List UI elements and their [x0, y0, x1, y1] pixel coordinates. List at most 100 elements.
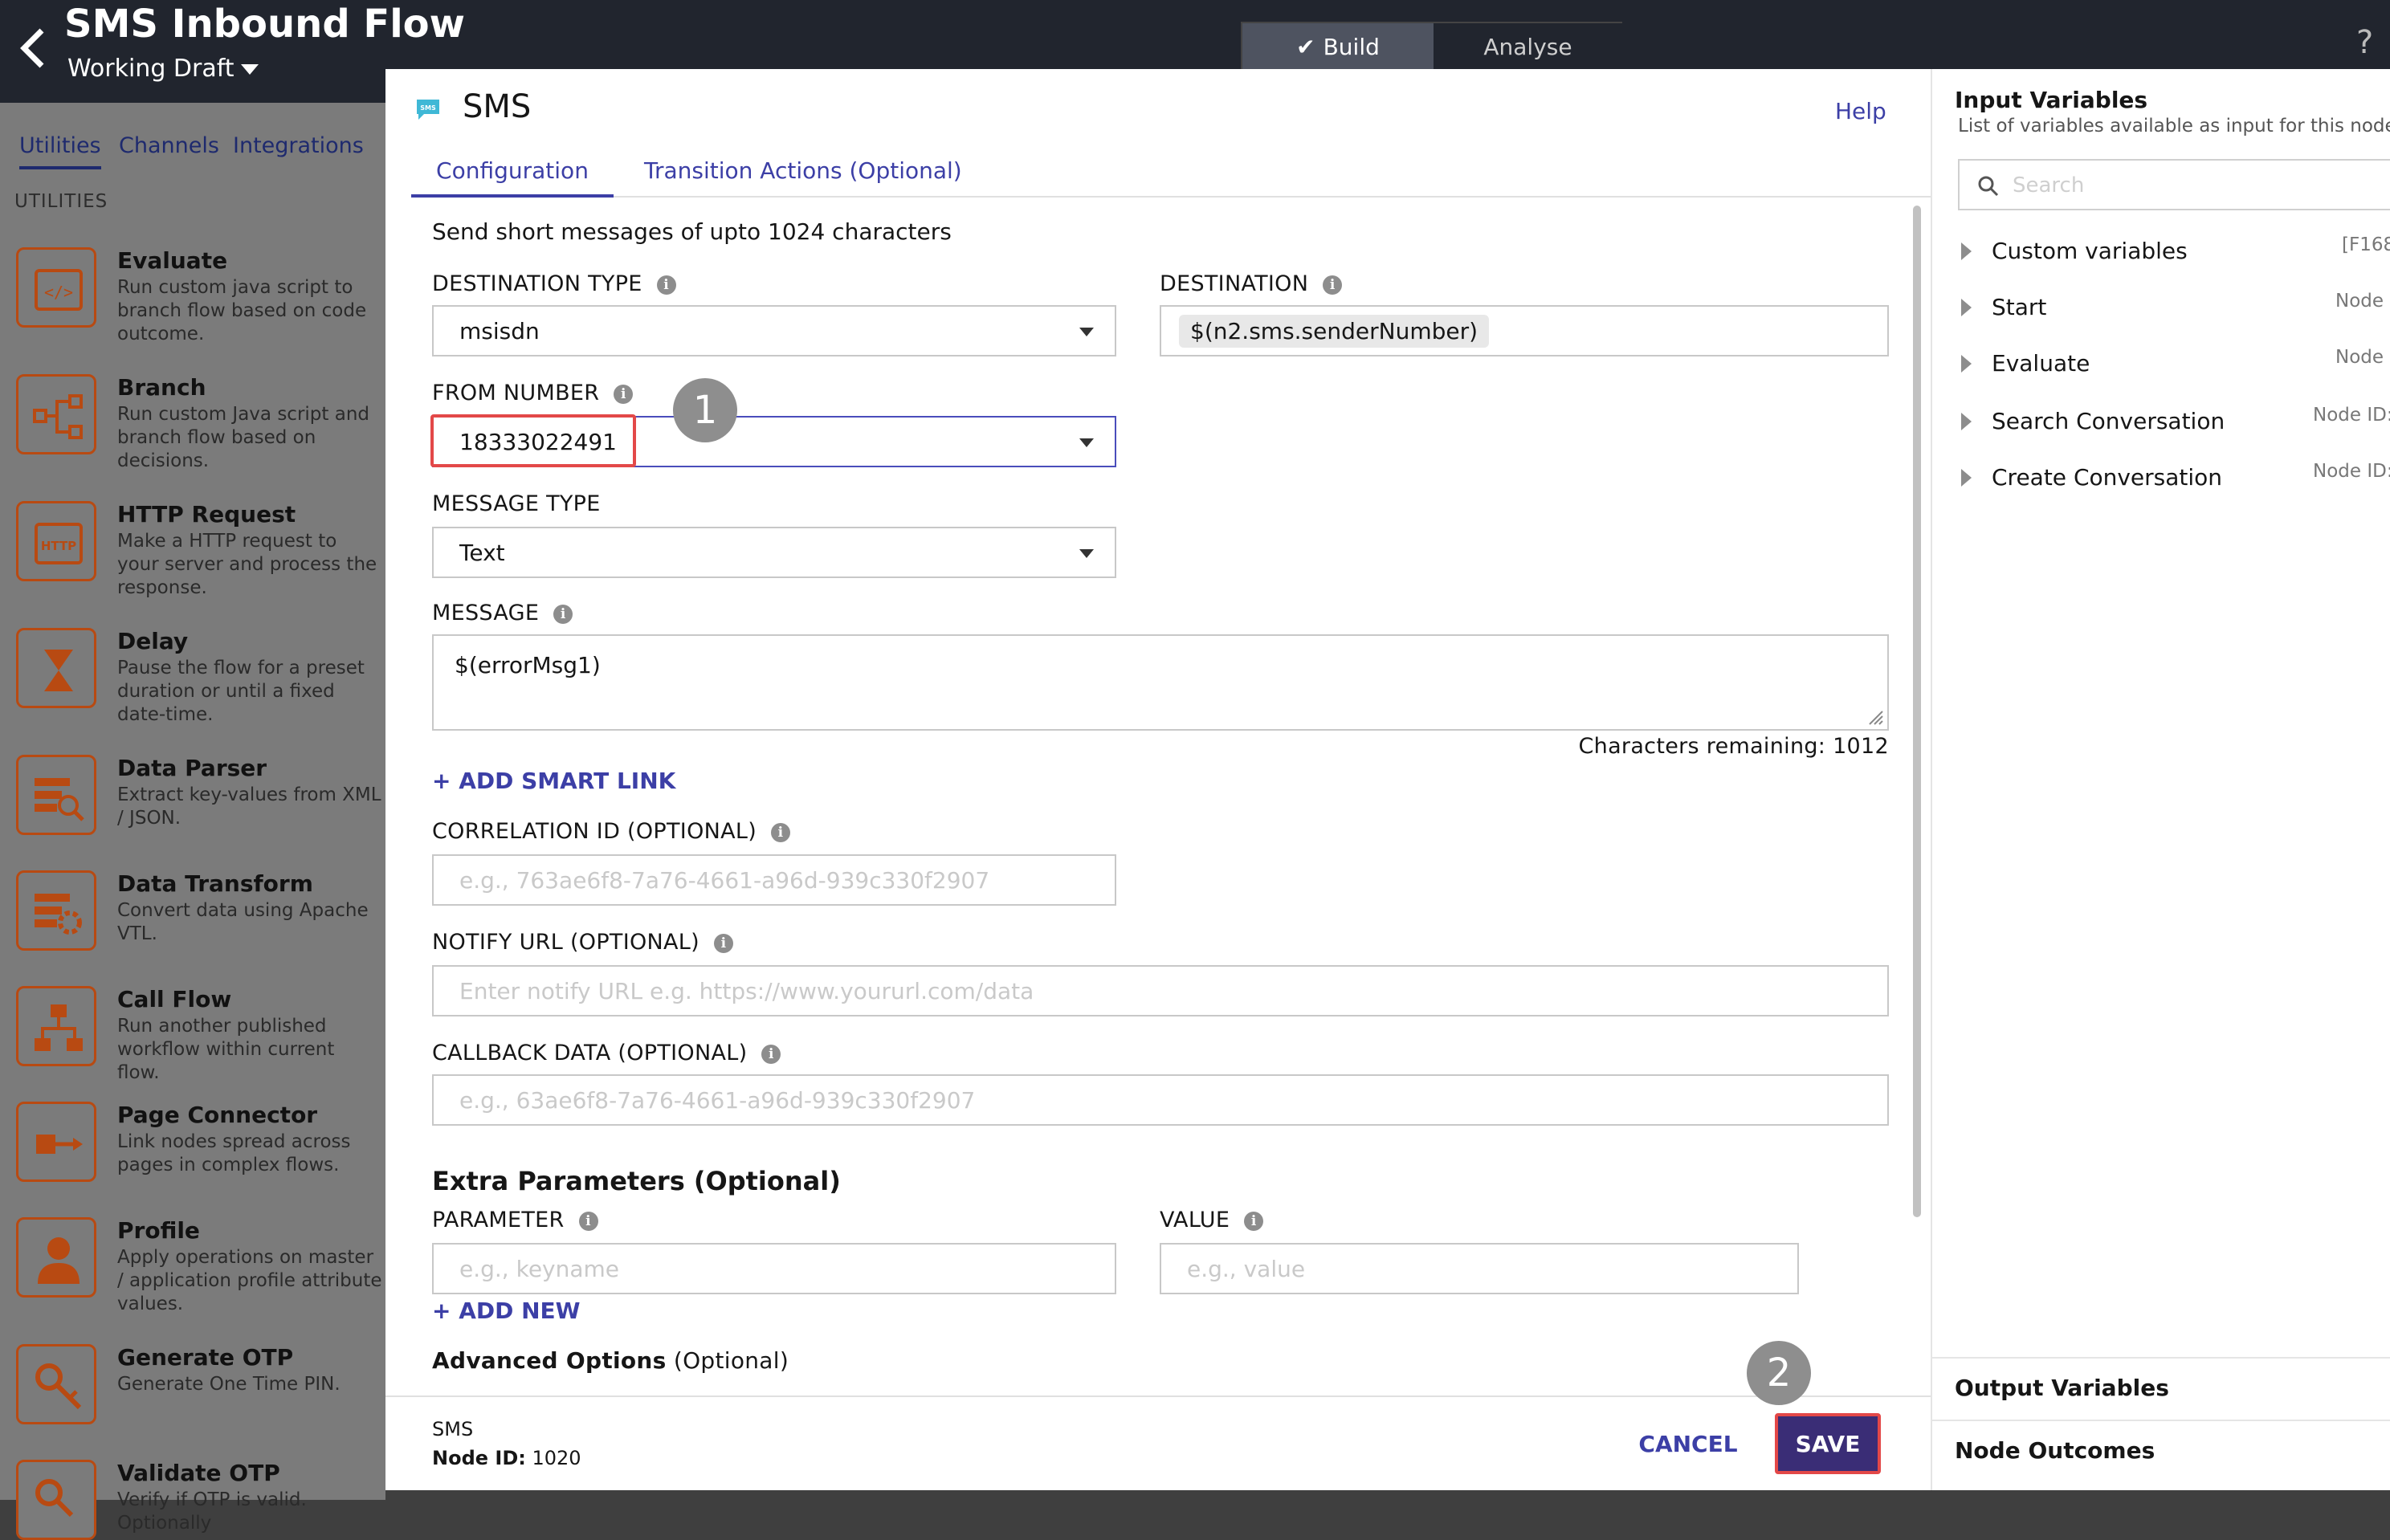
- parameter-input[interactable]: e.g., keyname: [432, 1243, 1116, 1294]
- info-icon[interactable]: i: [771, 822, 791, 842]
- advanced-options-toggle[interactable]: Advanced Options (Optional): [432, 1347, 789, 1374]
- node-outcomes-section[interactable]: Node Outcomes: [1932, 1420, 2390, 1482]
- info-icon[interactable]: i: [1244, 1211, 1264, 1231]
- palette-item-desc: Make a HTTP request to your server and p…: [117, 531, 377, 598]
- variable-group-meta: [F168: [2342, 234, 2390, 255]
- section-label: UTILITIES: [14, 191, 108, 212]
- palette-item-title: Generate OTP: [117, 1344, 294, 1371]
- resize-handle-icon[interactable]: [1866, 708, 1884, 726]
- node-palette: Utilities Channels Integrations UTILITIE…: [0, 103, 385, 1540]
- notify-url-label: NOTIFY URL (OPTIONAL) i: [432, 930, 733, 955]
- callback-data-input[interactable]: e.g., 63ae6f8-7a76-4661-a96d-939c330f290…: [432, 1074, 1889, 1126]
- chevron-down-icon[interactable]: [241, 64, 259, 75]
- configuration-form: [385, 199, 1931, 1395]
- variable-group-start[interactable]: Start Node ID: [1961, 291, 2390, 331]
- destination-label: DESTINATION i: [1160, 271, 1343, 296]
- info-icon[interactable]: i: [761, 1044, 781, 1064]
- variable-group-search-conversation[interactable]: Search Conversation Node ID: 6: [1961, 405, 2390, 445]
- version-dropdown[interactable]: Working Draft: [67, 55, 235, 83]
- add-new-parameter-button[interactable]: + ADD NEW: [432, 1298, 581, 1324]
- step-marker-2: 2: [1747, 1341, 1811, 1405]
- info-icon[interactable]: i: [553, 604, 573, 624]
- callback-data-placeholder: e.g., 63ae6f8-7a76-4661-a96d-939c330f290…: [459, 1086, 976, 1114]
- help-icon[interactable]: ?: [2356, 24, 2373, 61]
- back-chevron-icon[interactable]: [14, 24, 53, 72]
- variable-token[interactable]: $(n2.sms.senderNumber): [1179, 314, 1490, 348]
- caret-right-icon: [1961, 469, 1972, 487]
- variables-search-input[interactable]: Search: [1958, 159, 2390, 210]
- variable-group-create-conversation[interactable]: Create Conversation Node ID: 6: [1961, 461, 2390, 501]
- info-icon[interactable]: i: [1323, 275, 1343, 295]
- call-flow-icon: [16, 986, 96, 1066]
- parameter-label: PARAMETER i: [432, 1208, 598, 1232]
- variable-group-evaluate[interactable]: Evaluate Node ID: [1961, 347, 2390, 387]
- info-icon[interactable]: i: [656, 275, 676, 295]
- info-icon[interactable]: i: [713, 933, 733, 953]
- characters-remaining: Characters remaining: 1012: [1578, 734, 1889, 759]
- destination-type-label-text: DESTINATION TYPE: [432, 271, 642, 296]
- node-id-label: Node ID:: [432, 1447, 526, 1469]
- value-input[interactable]: e.g., value: [1160, 1243, 1799, 1294]
- destination-type-value: msisdn: [459, 317, 540, 344]
- notify-url-input[interactable]: Enter notify URL e.g. https://www.yourur…: [432, 965, 1889, 1016]
- palette-item-desc: Verify if OTP is valid. Optionally: [117, 1489, 307, 1534]
- search-icon: [1978, 176, 1999, 197]
- input-variables-panel: Input Variables List of variables availa…: [1931, 69, 2390, 1490]
- mode-toggle: ✔ Build Analyse: [1241, 22, 1622, 70]
- highlight-save: [1775, 1413, 1881, 1474]
- scrollbar[interactable]: [1913, 206, 1921, 1217]
- destination-field[interactable]: $(n2.sms.senderNumber): [1160, 305, 1889, 356]
- message-type-label: MESSAGE TYPE: [432, 491, 601, 516]
- caret-right-icon: [1961, 413, 1972, 430]
- variable-group-label: Evaluate: [1992, 350, 2090, 377]
- branch-icon: [16, 374, 96, 454]
- message-textarea[interactable]: $(errorMsg1): [432, 634, 1889, 731]
- svg-text:HTTP: HTTP: [41, 539, 76, 553]
- tab-channels[interactable]: Channels: [119, 133, 219, 158]
- destination-type-select[interactable]: msisdn: [432, 305, 1116, 356]
- node-outcomes-label: Node Outcomes: [1955, 1437, 2155, 1464]
- variable-group-meta: Node ID: 6: [2313, 405, 2390, 426]
- variable-group-label: Search Conversation: [1992, 408, 2225, 434]
- variable-group-custom-variables[interactable]: Custom variables [F168: [1961, 234, 2390, 275]
- info-icon[interactable]: i: [614, 384, 634, 404]
- message-type-select[interactable]: Text: [432, 527, 1116, 578]
- highlight-from-number: [430, 414, 636, 467]
- palette-item-desc: Extract key-values from XML / JSON.: [117, 784, 381, 829]
- validate-key-icon: [16, 1460, 96, 1540]
- hourglass-icon: [16, 628, 96, 708]
- info-icon[interactable]: i: [578, 1211, 598, 1231]
- output-variables-section[interactable]: Output Variables: [1932, 1357, 2390, 1420]
- destination-type-label: DESTINATION TYPE i: [432, 271, 676, 296]
- tab-transition-actions[interactable]: Transition Actions (Optional): [644, 157, 962, 184]
- palette-item-title: Profile: [117, 1217, 200, 1244]
- notify-url-label-text: NOTIFY URL (OPTIONAL): [432, 930, 699, 955]
- variable-group-meta: Node ID: [2335, 291, 2390, 312]
- modal-title: SMS: [463, 88, 532, 125]
- help-link[interactable]: Help: [1835, 98, 1886, 124]
- node-id-value: 1020: [532, 1447, 581, 1469]
- caret-right-icon: [1961, 242, 1972, 260]
- palette-item-desc: Run custom Java script and branch flow b…: [117, 404, 369, 471]
- from-number-label: FROM NUMBER i: [432, 381, 634, 405]
- key-icon: [16, 1344, 96, 1424]
- palette-item-desc: Pause the flow for a preset duration or …: [117, 658, 365, 725]
- footer-node-id: Node ID: 1020: [432, 1447, 581, 1469]
- tab-configuration[interactable]: Configuration: [411, 157, 614, 198]
- http-icon: HTTP: [16, 501, 96, 581]
- value-label-text: VALUE: [1160, 1208, 1230, 1232]
- output-variables-label: Output Variables: [1955, 1375, 2169, 1401]
- notify-url-placeholder: Enter notify URL e.g. https://www.yourur…: [459, 977, 1034, 1004]
- build-tab[interactable]: ✔ Build: [1242, 23, 1434, 70]
- analyse-tab[interactable]: Analyse: [1434, 23, 1622, 70]
- add-smart-link-button[interactable]: + ADD SMART LINK: [432, 768, 675, 794]
- cancel-button[interactable]: CANCEL: [1632, 1420, 1744, 1468]
- tab-integrations[interactable]: Integrations: [233, 133, 364, 158]
- palette-item-desc: Apply operations on master / application…: [117, 1247, 382, 1314]
- callback-data-label: CALLBACK DATA (OPTIONAL) i: [432, 1041, 781, 1065]
- build-label: Build: [1323, 33, 1380, 60]
- palette-item-title: Delay: [117, 628, 189, 654]
- correlation-id-input[interactable]: e.g., 763ae6f8-7a76-4661-a96d-939c330f29…: [432, 854, 1116, 906]
- correlation-id-label: CORRELATION ID (OPTIONAL) i: [432, 819, 791, 844]
- tab-utilities[interactable]: Utilities: [19, 133, 101, 169]
